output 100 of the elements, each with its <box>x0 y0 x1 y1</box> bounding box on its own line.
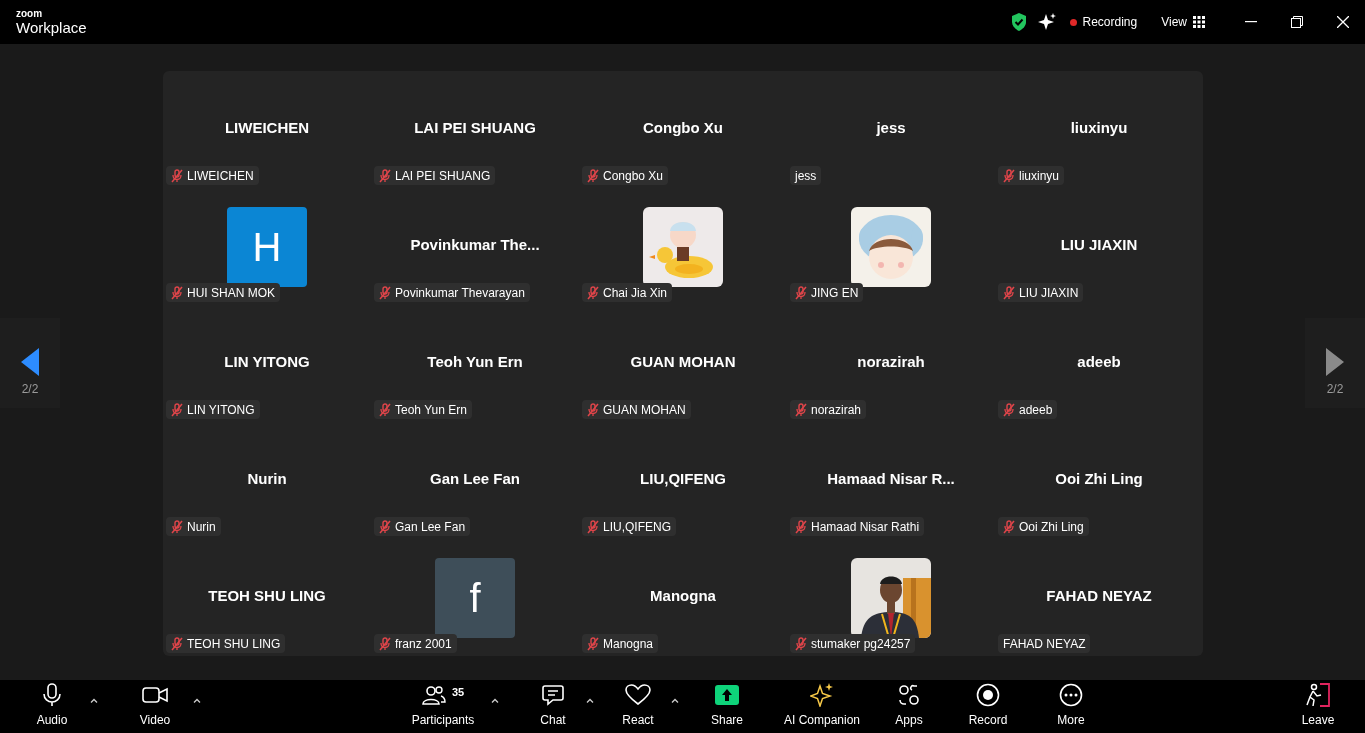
caret-icon <box>671 698 679 703</box>
participant-name: Congbo Xu <box>643 118 723 139</box>
participant-name: Gan Lee Fan <box>430 469 520 490</box>
name-label: Nurin <box>166 517 221 536</box>
name-label: Ooi Zhi Ling <box>998 517 1089 536</box>
shield-icon[interactable] <box>1009 12 1028 32</box>
participant-name: Nurin <box>247 469 287 490</box>
name-label: LIWEICHEN <box>166 166 259 185</box>
caret-icon <box>491 698 499 703</box>
apps-icon <box>898 683 920 706</box>
name-label: Congbo Xu <box>582 166 669 185</box>
participant-name: Hamaad Nisar R... <box>827 469 955 490</box>
name-label: LAI PEI SHUANG <box>374 166 496 185</box>
participant-name: TEOH SHU LING <box>208 586 326 607</box>
muted-microphone-icon <box>587 636 599 651</box>
toolbar-button[interactable]: Video <box>120 682 190 731</box>
toolbar-button[interactable]: Record <box>958 682 1018 731</box>
share-screen-icon <box>715 684 739 705</box>
participant-name: Ooi Zhi Ling <box>1055 469 1143 490</box>
logo-text: Workplace <box>16 20 87 35</box>
name-label: stumaker pg24257 <box>790 634 916 653</box>
recording-status: Recording <box>1082 14 1138 31</box>
muted-microphone-icon <box>171 636 183 651</box>
participant-name: liuxinyu <box>1070 118 1128 139</box>
name-label: GUAN MOHAN <box>582 400 691 419</box>
participant-name: LIU JIAXIN <box>1060 235 1138 256</box>
muted-microphone-icon <box>379 402 391 417</box>
muted-microphone-icon <box>379 168 391 183</box>
name-label: LIU,QIFENG <box>582 517 676 536</box>
restore-icon[interactable] <box>1291 16 1303 28</box>
chat-icon <box>541 682 565 707</box>
caret-icon <box>586 698 594 703</box>
toolbar-button[interactable]: AI Companion <box>777 682 867 731</box>
toolbar-button[interactable]: More <box>1041 682 1101 731</box>
name-label: liuxinyu <box>998 166 1065 185</box>
muted-microphone-icon <box>379 519 391 534</box>
close-icon[interactable] <box>1337 16 1349 28</box>
name-label: Povinkumar Thevarayan <box>374 283 530 302</box>
muted-microphone-icon <box>1003 402 1015 417</box>
participant-name: LAI PEI SHUANG <box>414 118 536 139</box>
muted-microphone-icon <box>587 402 599 417</box>
video-camera-icon <box>142 685 168 704</box>
muted-microphone-icon <box>171 285 183 300</box>
name-label: JING EN <box>790 283 864 302</box>
previous-page-arrow-icon[interactable] <box>21 348 39 376</box>
caret-icon <box>193 698 201 703</box>
avatar: f <box>435 557 515 638</box>
toolbar-button[interactable]: Chat <box>523 682 583 731</box>
view-button[interactable]: View <box>1161 13 1205 31</box>
participant-name: Povinkumar The... <box>410 235 540 256</box>
muted-microphone-icon <box>795 402 807 417</box>
muted-microphone-icon <box>587 519 599 534</box>
muted-microphone-icon <box>171 519 183 534</box>
microphone-icon <box>41 682 63 707</box>
participant-name: FAHAD NEYAZ <box>1046 586 1152 607</box>
toolbar-button[interactable]: 35 Participants <box>398 682 488 731</box>
muted-microphone-icon <box>1003 285 1015 300</box>
participant-name: LIU,QIFENG <box>640 469 726 490</box>
participant-name: LIN YITONG <box>224 352 310 373</box>
name-label: Teoh Yun Ern <box>374 400 472 419</box>
next-page-arrow-icon[interactable] <box>1326 348 1344 376</box>
toolbar-button[interactable]: Share <box>697 682 757 731</box>
record-icon <box>976 682 1000 707</box>
participant-name: Manogna <box>650 586 716 607</box>
muted-microphone-icon <box>795 519 807 534</box>
name-label: Manogna <box>582 634 659 653</box>
participant-name: Teoh Yun Ern <box>427 352 523 373</box>
sparkle-icon[interactable] <box>1037 13 1056 31</box>
toolbar-button[interactable]: Apps <box>879 682 939 731</box>
leave-icon <box>1305 682 1331 707</box>
page-indicator: 2/2 <box>21 381 39 398</box>
name-label: FAHAD NEYAZ <box>998 634 1091 653</box>
page-indicator: 2/2 <box>1326 381 1344 398</box>
name-label: adeeb <box>998 400 1058 419</box>
participant-name: norazirah <box>857 352 925 373</box>
grid-icon <box>1193 16 1205 28</box>
name-label: Gan Lee Fan <box>374 517 471 536</box>
name-label: TEOH SHU LING <box>166 634 286 653</box>
name-label: franz 2001 <box>374 634 457 653</box>
name-label: jess <box>790 166 822 185</box>
minimize-icon[interactable] <box>1245 21 1257 23</box>
toolbar-button[interactable]: React <box>608 682 668 731</box>
heart-icon <box>625 683 651 706</box>
muted-microphone-icon <box>171 168 183 183</box>
muted-microphone-icon <box>1003 519 1015 534</box>
toolbar-button[interactable]: Leave <box>1288 682 1348 731</box>
caret-icon <box>90 698 98 703</box>
name-label: Hamaad Nisar Rathi <box>790 517 925 536</box>
muted-microphone-icon <box>587 285 599 300</box>
name-label: LIU JIAXIN <box>998 283 1084 302</box>
muted-microphone-icon <box>795 636 807 651</box>
name-label: HUI SHAN MOK <box>166 283 280 302</box>
more-icon <box>1059 682 1083 707</box>
toolbar-button[interactable]: Audio <box>17 682 87 731</box>
muted-microphone-icon <box>587 168 599 183</box>
muted-microphone-icon <box>171 402 183 417</box>
participant-name: adeeb <box>1077 352 1121 373</box>
participant-name: LIWEICHEN <box>224 118 310 139</box>
muted-microphone-icon <box>379 285 391 300</box>
logo-text: zoom <box>16 9 44 19</box>
